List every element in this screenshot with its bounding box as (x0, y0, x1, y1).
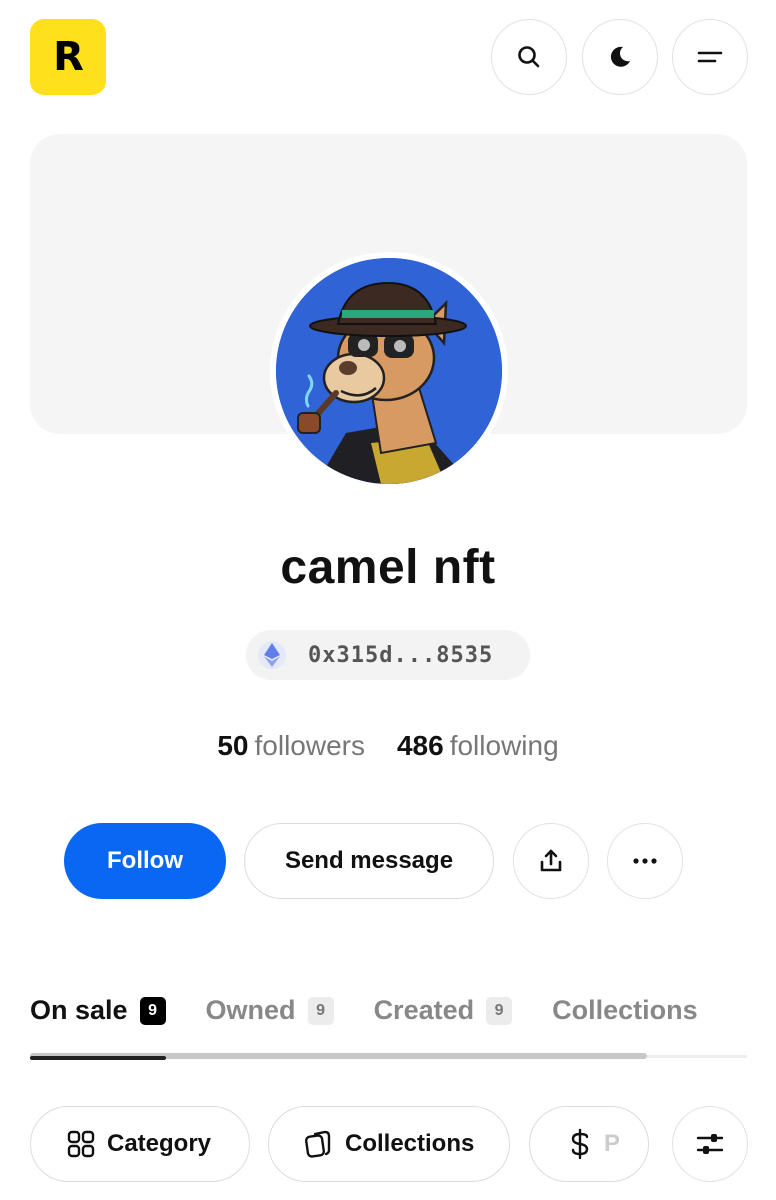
wallet-address-pill[interactable]: 0x315d...8535 (246, 630, 530, 680)
follow-button[interactable]: Follow (64, 823, 226, 899)
tab-count-badge: 9 (139, 996, 166, 1025)
tab-on-sale[interactable]: On sale 9 (30, 995, 166, 1026)
price-filter-button[interactable]: P (529, 1106, 649, 1182)
followers-label: followers (254, 730, 365, 761)
camel-avatar-image (276, 258, 502, 484)
following-label: following (449, 730, 559, 761)
price-filter-label: P (604, 1130, 621, 1157)
theme-toggle-button[interactable] (582, 19, 658, 95)
category-filter-button[interactable]: Category (30, 1106, 250, 1182)
share-button[interactable] (513, 823, 589, 899)
menu-icon (697, 51, 723, 63)
send-message-button[interactable]: Send message (244, 823, 494, 899)
more-icon (633, 858, 657, 864)
category-filter-label: Category (107, 1130, 212, 1157)
tab-label: On sale (30, 995, 128, 1025)
active-tab-indicator (30, 1056, 166, 1060)
tab-collections[interactable]: Collections (552, 995, 698, 1026)
search-button[interactable] (491, 19, 567, 95)
followers-count: 50 (217, 730, 249, 761)
collections-filter-button[interactable]: Collections (268, 1106, 510, 1182)
share-icon (540, 849, 562, 872)
ethereum-icon (258, 641, 286, 669)
tab-count-badge: 9 (307, 996, 334, 1025)
sliders-icon (696, 1134, 724, 1154)
search-icon (518, 46, 540, 68)
profile-name: camel nft (280, 541, 496, 594)
tab-label: Created (373, 995, 475, 1025)
dollar-icon (571, 1128, 589, 1160)
tab-owned[interactable]: Owned 9 (206, 995, 334, 1026)
more-options-button[interactable] (607, 823, 683, 899)
moon-icon (610, 46, 630, 67)
following-count: 486 (396, 730, 444, 761)
logo[interactable]: R (30, 19, 106, 95)
logo-letter: R (53, 34, 84, 80)
tab-count-badge: 9 (486, 996, 513, 1025)
tab-created[interactable]: Created 9 (374, 995, 513, 1026)
tabs-divider (647, 1055, 747, 1058)
avatar-frame (270, 252, 508, 490)
grid-icon (67, 1130, 95, 1158)
followers-stat[interactable]: 50 followers (217, 730, 365, 762)
following-stat[interactable]: 486 following (397, 730, 559, 762)
advanced-filters-button[interactable] (672, 1106, 748, 1182)
tab-label: Owned (205, 995, 296, 1025)
wallet-address: 0x315d...8535 (308, 642, 494, 668)
follow-stats: 50 followers 486 following (0, 730, 776, 762)
collections-filter-label: Collections (345, 1130, 475, 1157)
collections-icon (305, 1130, 331, 1158)
avatar[interactable] (276, 258, 502, 484)
menu-button[interactable] (672, 19, 748, 95)
tab-label: Collections (552, 995, 698, 1025)
profile-tabs: On sale 9 Owned 9 Created 9 Collections (30, 995, 746, 1026)
